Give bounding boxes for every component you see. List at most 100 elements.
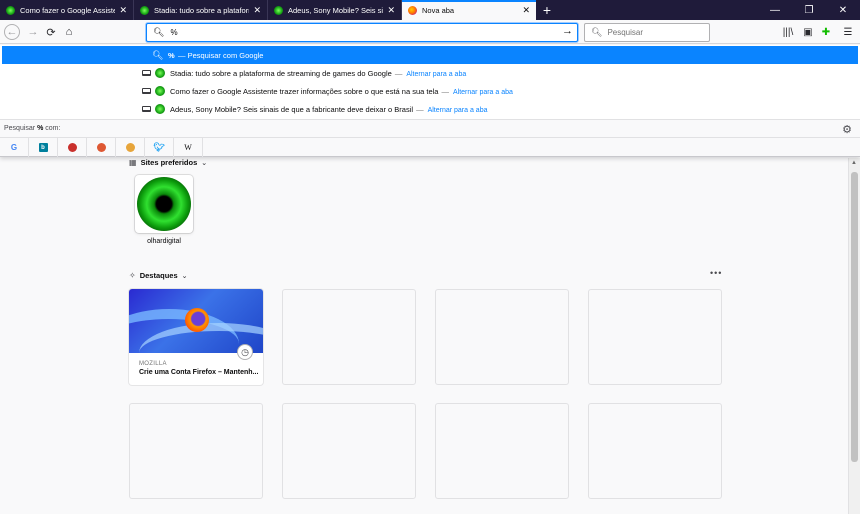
scrollbar-thumb[interactable]: [851, 172, 858, 462]
tab-sony-mobile[interactable]: Adeus, Sony Mobile? Seis sinais ✕: [268, 0, 402, 20]
switch-to-tab-link[interactable]: Alternar para a aba: [406, 71, 466, 78]
highlight-card[interactable]: ◷ MOZILLA Crie uma Conta Firefox – Mante…: [129, 289, 263, 385]
more-options-icon[interactable]: •••: [710, 268, 722, 278]
open-tab-result-row[interactable]: Como fazer o Google Assistente trazer in…: [2, 82, 858, 100]
menu-button[interactable]: ☰: [840, 24, 856, 40]
reload-button[interactable]: ⟳: [42, 23, 60, 41]
empty-highlight-card: [588, 289, 722, 385]
topsites-title: Sites preferidos: [140, 158, 198, 167]
highlights-header[interactable]: ✧ Destaques ⌄: [129, 271, 188, 280]
shopping-icon: [67, 143, 77, 152]
mercadolivre-engine-button[interactable]: [58, 138, 87, 157]
tab-icon: [142, 70, 151, 76]
hamburger-menu-icon: ☰: [843, 26, 853, 38]
search-engine-list: G b 🐦︎ W: [0, 137, 860, 157]
olhardigital-favicon-icon: [6, 5, 15, 15]
switch-to-tab-link[interactable]: Alternar para a aba: [453, 89, 513, 96]
search-label-query: %: [37, 125, 44, 132]
topsite-tile[interactable]: [135, 175, 193, 233]
topsites-header[interactable]: ▦ Sites preferidos ⌄: [129, 158, 207, 167]
olhardigital-favicon-icon: [155, 86, 165, 96]
close-tab-icon[interactable]: ✕: [387, 5, 395, 15]
wikipedia-engine-button[interactable]: W: [174, 138, 203, 157]
search-icon: 🔍︎: [153, 27, 165, 37]
switch-to-tab-link[interactable]: Alternar para a aba: [428, 107, 488, 114]
close-tab-icon[interactable]: ✕: [119, 5, 127, 15]
google-icon: G: [10, 143, 18, 152]
search-label-prefix: Pesquisar: [4, 125, 36, 132]
tab-google-assistente[interactable]: Como fazer o Google Assistente ✕: [0, 0, 134, 20]
chevron-down-icon: ⌄: [201, 159, 208, 167]
search-action-text: — Pesquisar com Google: [178, 50, 264, 60]
restore-button[interactable]: ❐: [792, 0, 826, 20]
search-icon: 🔍︎: [591, 27, 603, 37]
close-tab-icon[interactable]: ✕: [253, 5, 261, 15]
grid-icon: ▦: [129, 158, 137, 167]
search-icon: 🔍︎: [152, 49, 164, 60]
library-button[interactable]: |||\: [780, 24, 796, 40]
bing-icon: b: [38, 143, 48, 152]
page-scrollbar[interactable]: ▲: [848, 158, 860, 514]
minimize-button[interactable]: —: [758, 0, 792, 20]
empty-highlight-card: [588, 403, 722, 499]
empty-highlight-card: [435, 403, 569, 499]
search-settings-button[interactable]: ⚙: [842, 123, 852, 136]
result-title: Stadia: tudo sobre a plataforma de strea…: [170, 68, 392, 78]
result-title: Como fazer o Google Assistente trazer in…: [170, 86, 439, 96]
duckduckgo-engine-button[interactable]: [87, 138, 116, 157]
tab-stadia[interactable]: Stadia: tudo sobre a plataforma ✕: [134, 0, 268, 20]
search-suggestion-row[interactable]: 🔍︎ % — Pesquisar com Google: [2, 46, 858, 64]
firefox-logo-icon: [185, 308, 209, 332]
card-title: Crie uma Conta Firefox – Mantenh...: [139, 369, 259, 376]
url-autocomplete-dropdown: 🔍︎ % — Pesquisar com Google Stadia: tudo…: [0, 45, 860, 157]
go-arrow-icon[interactable]: →: [562, 25, 573, 37]
url-bar[interactable]: 🔍︎ % →: [146, 23, 578, 42]
new-tab-button[interactable]: +: [536, 0, 558, 20]
tab-nova-aba[interactable]: Nova aba ✕: [402, 0, 536, 20]
tab-title: Stadia: tudo sobre a plataforma: [154, 5, 250, 15]
result-title: Adeus, Sony Mobile? Seis sinais de que a…: [170, 104, 414, 114]
empty-highlight-card: [435, 289, 569, 385]
sidebar-button[interactable]: ▣: [800, 24, 816, 40]
empty-highlight-card: [282, 289, 416, 385]
back-button[interactable]: ←: [4, 24, 20, 40]
bing-engine-button[interactable]: b: [29, 138, 58, 157]
twitter-bird-icon: 🐦︎: [153, 142, 165, 152]
tab-title: Adeus, Sony Mobile? Seis sinais: [288, 5, 384, 15]
wikipedia-icon: W: [184, 143, 192, 152]
gear-icon: ⚙: [842, 124, 852, 136]
library-icon: |||\: [782, 26, 794, 38]
sidebar-icon: ▣: [803, 26, 813, 38]
google-engine-button[interactable]: G: [0, 138, 29, 157]
window-controls: — ❐ ✕: [758, 0, 860, 20]
topsite-label: olhardigital: [147, 238, 181, 245]
tab-icon: [142, 88, 151, 94]
search-placeholder: Pesquisar: [607, 28, 644, 37]
tab-icon: [142, 106, 151, 112]
ebay-icon: [125, 143, 135, 152]
forward-button[interactable]: →: [24, 23, 42, 41]
highlights-title: Destaques: [139, 271, 178, 280]
close-tab-icon[interactable]: ✕: [522, 5, 530, 15]
url-input-value[interactable]: %: [170, 28, 177, 37]
home-button[interactable]: ⌂: [60, 23, 78, 41]
olhardigital-favicon-icon: [140, 5, 149, 15]
tab-strip: Como fazer o Google Assistente ✕ Stadia:…: [0, 0, 860, 20]
scroll-up-icon[interactable]: ▲: [851, 160, 857, 166]
one-off-search-footer: Pesquisar % com: G b 🐦︎ W ⚙: [0, 119, 860, 157]
open-tab-result-row[interactable]: Adeus, Sony Mobile? Seis sinais de que a…: [2, 100, 858, 118]
duckduckgo-icon: [96, 143, 106, 152]
close-window-button[interactable]: ✕: [826, 0, 860, 20]
home-icon: ⌂: [65, 26, 73, 38]
olhardigital-logo-icon: [137, 177, 191, 231]
search-with-label: Pesquisar % com:: [4, 125, 60, 132]
twitter-engine-button[interactable]: 🐦︎: [145, 138, 174, 157]
extension-button[interactable]: ✚: [818, 24, 834, 40]
empty-highlight-card: [129, 403, 263, 499]
empty-highlight-card: [282, 403, 416, 499]
ebay-engine-button[interactable]: [116, 138, 145, 157]
tab-title: Como fazer o Google Assistente: [20, 5, 116, 15]
search-bar[interactable]: 🔍︎ Pesquisar: [584, 23, 710, 42]
open-tab-result-row[interactable]: Stadia: tudo sobre a plataforma de strea…: [2, 64, 858, 82]
search-label-suffix: com:: [45, 125, 61, 132]
